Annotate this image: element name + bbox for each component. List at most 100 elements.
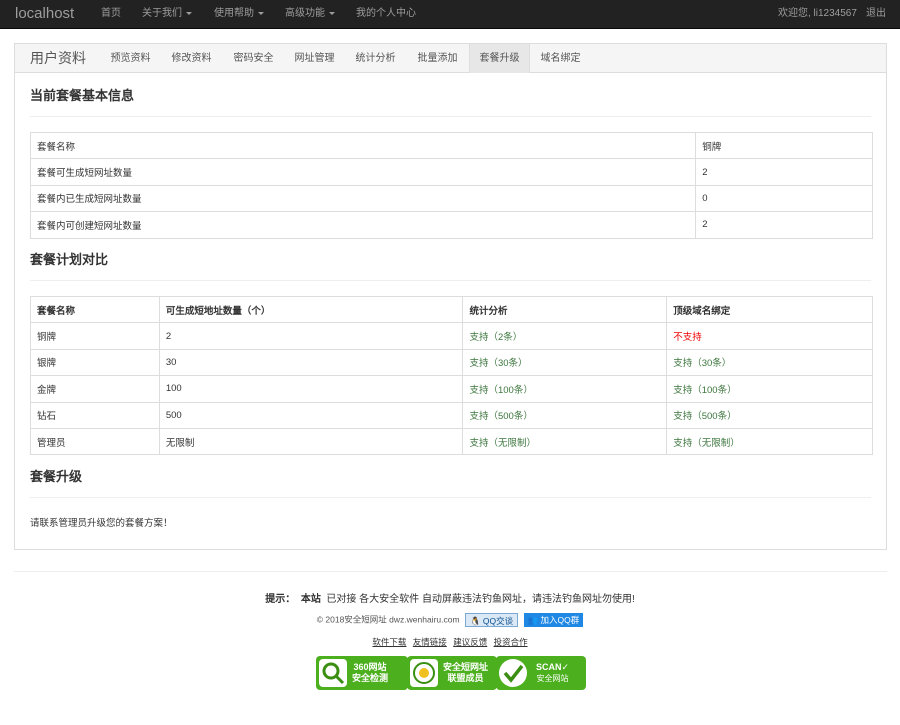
plan-statistics: 支持（无限制） (462, 427, 668, 456)
tip-site: 本站 (300, 594, 321, 605)
nav-about-dropdown[interactable]: 关于我们 (142, 8, 192, 20)
chevron-down-icon (186, 11, 192, 15)
plan-compare-title: 套餐计划对比 (30, 252, 109, 267)
table-row: 套餐内可创建短网址数量 2 (29, 211, 873, 239)
nav-about-label: 关于我们 (142, 8, 182, 19)
plan-statistics: 支持（2条） (462, 322, 668, 350)
row-label: 套餐内可创建短网址数量 (29, 211, 697, 239)
cert-line2: 安全网站 (536, 674, 569, 683)
upgrade-note: 请联系管理员升级您的套餐方案！ (30, 518, 173, 529)
row-value: 0 (695, 184, 873, 213)
divider (30, 280, 871, 281)
cert-line2: 安全检测 (352, 673, 389, 683)
tab-password[interactable]: 密码安全 (226, 44, 281, 73)
plan-quota: 500 (158, 401, 464, 429)
nav-help-dropdown[interactable]: 使用帮助 (214, 8, 264, 20)
plan-domain-binding: 不支持 (666, 322, 873, 350)
link-feedback[interactable]: 建议反馈 (453, 637, 487, 647)
table-row: 套餐可生成短网址数量 2 (29, 158, 873, 186)
nav-home[interactable]: 首页 (101, 8, 121, 20)
qq-talk-button[interactable]: 🐧 QQ交谈 (464, 613, 519, 627)
copyright-text: © 2018安全短网址 dwz.wenhairu.com (316, 614, 460, 625)
plan-statistics: 支持（100条） (462, 375, 668, 403)
plan-compare-table: 套餐名称 可生成短地址数量（个） 统计分析 顶级域名绑定 铜牌 2 支持（2条）… (30, 295, 873, 456)
checkmark-icon (499, 659, 527, 687)
tab-url-manage[interactable]: 网址管理 (287, 44, 342, 73)
chevron-down-icon (329, 11, 335, 15)
top-navbar: localhost 首页 关于我们 使用帮助 高级功能 我的个人中心 欢迎您, … (0, 0, 900, 29)
table-row: 套餐内已生成短网址数量 0 (29, 184, 873, 213)
plan-quota: 2 (158, 322, 464, 350)
row-label: 套餐名称 (29, 131, 697, 160)
table-row: 钻石 500 支持（500条） 支持（500条） (30, 401, 873, 429)
alliance-seal-icon (410, 659, 438, 687)
cert-line1: 安全短网址 (443, 662, 489, 672)
plan-quota: 无限制 (158, 427, 464, 456)
table-header-row: 套餐名称 可生成短地址数量（个） 统计分析 顶级域名绑定 (30, 295, 873, 324)
tip-text: 已对接 各大安全软件 自动屏蔽违法钓鱼网址，请违法钓鱼网址勿使用! (326, 594, 635, 605)
plan-statistics: 支持（30条） (462, 348, 668, 377)
table-row: 套餐名称 铜牌 (29, 131, 873, 160)
plan-quota: 100 (158, 375, 464, 403)
chevron-down-icon (258, 11, 264, 15)
qq-group-button[interactable]: 👥 加入QQ群 (523, 613, 584, 627)
plan-domain-binding: 支持（500条） (666, 401, 873, 429)
row-label: 套餐内已生成短网址数量 (29, 184, 697, 213)
basic-info-title: 当前套餐基本信息 (30, 88, 135, 103)
cert-360-badge[interactable]: 360网站 安全检测 (316, 656, 408, 690)
nav-help-label: 使用帮助 (214, 8, 254, 19)
divider (30, 116, 871, 117)
cert-line1: SCAN✓ (536, 662, 570, 672)
plan-domain-binding: 支持（100条） (666, 375, 873, 403)
tab-domain-binding[interactable]: 域名绑定 (533, 44, 588, 73)
group-icon: 👥 (527, 615, 539, 625)
plan-name: 金牌 (30, 375, 160, 403)
link-investment[interactable]: 投资合作 (494, 637, 528, 647)
tab-preview[interactable]: 预览资料 (103, 44, 158, 73)
upgrade-title: 套餐升级 (30, 469, 83, 484)
brand-link[interactable]: localhost (15, 5, 74, 23)
nav-advanced-dropdown[interactable]: 高级功能 (285, 8, 335, 20)
row-value: 铜牌 (695, 131, 873, 160)
tab-statistics[interactable]: 统计分析 (348, 44, 403, 73)
link-friend-links[interactable]: 友情链接 (413, 637, 447, 647)
link-software-download[interactable]: 软件下载 (372, 637, 406, 647)
plan-name: 银牌 (30, 348, 160, 377)
table-row: 金牌 100 支持（100条） 支持（100条） (30, 375, 873, 403)
plan-statistics: 支持（500条） (462, 401, 668, 429)
column-header: 统计分析 (462, 295, 668, 324)
cert-line1: 360网站 (353, 662, 387, 672)
tab-plan-upgrade[interactable]: 套餐升级 (469, 44, 530, 73)
divider (30, 497, 871, 498)
tab-edit-profile[interactable]: 修改资料 (164, 44, 219, 73)
plan-domain-binding: 支持（30条） (666, 348, 873, 377)
magnifier-shield-icon (319, 659, 347, 687)
nav-user-center[interactable]: 我的个人中心 (356, 8, 416, 20)
row-value: 2 (695, 211, 873, 239)
plan-quota: 30 (158, 348, 464, 377)
row-label: 套餐可生成短网址数量 (29, 158, 697, 186)
qq-icon: 🐧 (469, 616, 481, 626)
logout-link[interactable]: 退出 (866, 8, 886, 20)
cert-line2: 联盟成员 (447, 673, 484, 683)
footer-tip: 提示： 本站 已对接 各大安全软件 自动屏蔽违法钓鱼网址，请违法钓鱼网址勿使用! (0, 590, 900, 605)
profile-tabbar: 用户资料 预览资料 修改资料 密码安全 网址管理 统计分析 批量添加 套餐升级 … (15, 44, 886, 73)
table-row: 管理员 无限制 支持（无限制） 支持（无限制） (30, 427, 873, 456)
footer-copyright-line: © 2018安全短网址 dwz.wenhairu.com 🐧 QQ交谈 👥 加入… (0, 613, 900, 627)
plan-domain-binding: 支持（无限制） (666, 427, 873, 456)
column-header: 套餐名称 (30, 295, 160, 324)
column-header: 顶级域名绑定 (666, 295, 873, 324)
qq-group-label: 加入QQ群 (540, 615, 580, 625)
user-profile-panel: 用户资料 预览资料 修改资料 密码安全 网址管理 统计分析 批量添加 套餐升级 … (14, 43, 887, 550)
tip-label: 提示： (265, 594, 296, 605)
footer-links: 软件下载 友情链接 建议反馈 投资合作 (0, 636, 900, 648)
plan-name: 管理员 (30, 427, 160, 456)
table-row: 银牌 30 支持（30条） 支持（30条） (30, 348, 873, 377)
panel-title: 用户资料 (30, 50, 86, 66)
basic-info-table: 套餐名称 铜牌 套餐可生成短网址数量 2 套餐内已生成短网址数量 0 套餐内可创建短网… (29, 131, 873, 239)
cert-scan-badge[interactable]: SCAN✓ 安全网站 (496, 656, 586, 690)
tab-batch-add[interactable]: 批量添加 (410, 44, 465, 73)
plan-name: 钻石 (30, 401, 160, 429)
cert-alliance-badge[interactable]: 安全短网址 联盟成员 (407, 656, 497, 690)
footer-divider (14, 571, 887, 572)
